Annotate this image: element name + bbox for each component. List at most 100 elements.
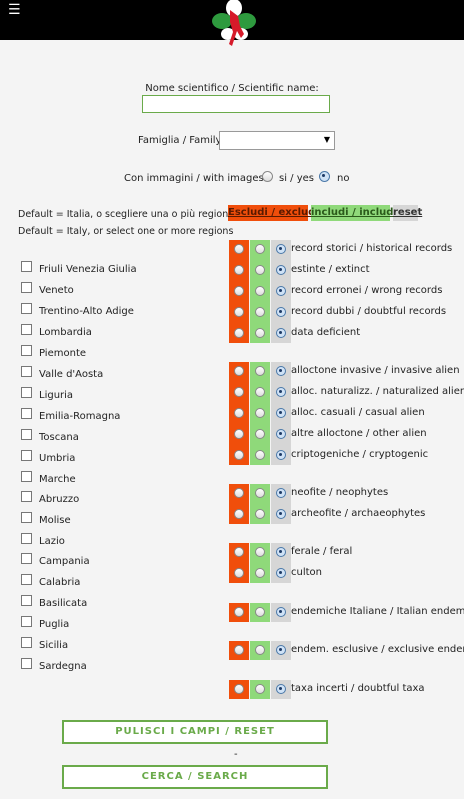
filter-label: ferale / feral — [291, 546, 353, 557]
include-all-header[interactable]: includi / include — [311, 205, 400, 221]
exclude-radio[interactable] — [234, 366, 244, 376]
region-checkbox[interactable] — [21, 282, 32, 293]
filter-label: data deficient — [291, 327, 361, 338]
region-checkbox[interactable] — [21, 533, 32, 544]
reset-radio[interactable] — [276, 568, 286, 578]
reset-radio[interactable] — [276, 488, 286, 498]
include-radio[interactable] — [255, 607, 265, 617]
include-radio[interactable] — [255, 488, 265, 498]
region-checkbox[interactable] — [21, 658, 32, 669]
region-checkbox[interactable] — [21, 429, 32, 440]
region-label: Veneto — [39, 285, 74, 296]
images-no-radio[interactable] — [319, 171, 330, 182]
logo-icon[interactable] — [208, 0, 260, 52]
filter-label: archeofite / archaeophytes — [291, 508, 426, 519]
reset-radio[interactable] — [276, 607, 286, 617]
region-checkbox[interactable] — [21, 512, 32, 523]
exclude-radio[interactable] — [234, 286, 244, 296]
reset-radio[interactable] — [276, 429, 286, 439]
filter-label: record erronei / wrong records — [291, 285, 443, 296]
exclude-radio[interactable] — [234, 307, 244, 317]
exclude-radio[interactable] — [234, 645, 244, 655]
region-checkbox[interactable] — [21, 450, 32, 461]
exclude-radio[interactable] — [234, 328, 244, 338]
include-radio[interactable] — [255, 328, 265, 338]
exclude-radio[interactable] — [234, 265, 244, 275]
filter-label: endemiche Italiane / Italian endemic — [291, 606, 464, 617]
include-radio[interactable] — [255, 387, 265, 397]
exclude-radio[interactable] — [234, 607, 244, 617]
exclude-radio[interactable] — [234, 408, 244, 418]
include-radio[interactable] — [255, 684, 265, 694]
reset-radio[interactable] — [276, 265, 286, 275]
search-button[interactable]: CERCA / SEARCH — [62, 765, 328, 789]
reset-button[interactable]: PULISCI I CAMPI / RESET — [62, 720, 328, 744]
reset-radio[interactable] — [276, 328, 286, 338]
include-radio[interactable] — [255, 645, 265, 655]
family-label: Famiglia / Family: — [138, 135, 225, 146]
include-radio[interactable] — [255, 509, 265, 519]
include-radio[interactable] — [255, 408, 265, 418]
exclude-radio[interactable] — [234, 488, 244, 498]
exclude-radio[interactable] — [234, 244, 244, 254]
region-checkbox[interactable] — [21, 366, 32, 377]
include-radio[interactable] — [255, 366, 265, 376]
regions-hint-en: Default = Italy, or select one or more r… — [18, 226, 234, 237]
reset-radio[interactable] — [276, 366, 286, 376]
images-yes-radio[interactable] — [262, 171, 273, 182]
region-checkbox[interactable] — [21, 491, 32, 502]
region-checkbox[interactable] — [21, 408, 32, 419]
region-checkbox[interactable] — [21, 471, 32, 482]
region-checkbox[interactable] — [21, 595, 32, 606]
region-label: Sardegna — [39, 661, 87, 672]
reset-radio[interactable] — [276, 450, 286, 460]
region-label: Abruzzo — [39, 494, 80, 505]
reset-radio[interactable] — [276, 286, 286, 296]
region-checkbox[interactable] — [21, 616, 32, 627]
region-label: Puglia — [39, 619, 70, 630]
region-label: Umbria — [39, 453, 76, 464]
include-radio[interactable] — [255, 265, 265, 275]
exclude-radio[interactable] — [234, 568, 244, 578]
reset-radio[interactable] — [276, 387, 286, 397]
region-label: Sicilia — [39, 640, 69, 651]
region-checkbox[interactable] — [21, 345, 32, 356]
exclude-radio[interactable] — [234, 547, 244, 557]
region-label: Valle d'Aosta — [39, 369, 104, 380]
region-label: Emilia-Romagna — [39, 411, 121, 422]
reset-radio[interactable] — [276, 684, 286, 694]
reset-radio[interactable] — [276, 509, 286, 519]
reset-radio[interactable] — [276, 645, 286, 655]
include-radio[interactable] — [255, 429, 265, 439]
reset-radio[interactable] — [276, 408, 286, 418]
exclude-radio[interactable] — [234, 429, 244, 439]
region-label: Basilicata — [39, 598, 88, 609]
exclude-all-header[interactable]: Escludi / exclude — [228, 205, 322, 221]
region-checkbox[interactable] — [21, 324, 32, 335]
family-select[interactable]: ▼ — [219, 131, 335, 150]
include-radio[interactable] — [255, 286, 265, 296]
include-radio[interactable] — [255, 450, 265, 460]
include-radio[interactable] — [255, 568, 265, 578]
include-radio[interactable] — [255, 547, 265, 557]
region-label: Piemonte — [39, 348, 87, 359]
exclude-radio[interactable] — [234, 684, 244, 694]
reset-radio[interactable] — [276, 307, 286, 317]
hamburger-icon[interactable]: ☰ — [8, 3, 21, 17]
region-checkbox[interactable] — [21, 553, 32, 564]
scientific-name-input[interactable] — [142, 95, 330, 113]
region-checkbox[interactable] — [21, 574, 32, 585]
region-checkbox[interactable] — [21, 387, 32, 398]
reset-all-header[interactable]: reset — [393, 205, 422, 221]
region-checkbox[interactable] — [21, 261, 32, 272]
region-checkbox[interactable] — [21, 303, 32, 314]
exclude-radio[interactable] — [234, 509, 244, 519]
reset-radio[interactable] — [276, 244, 286, 254]
exclude-radio[interactable] — [234, 450, 244, 460]
reset-radio[interactable] — [276, 547, 286, 557]
exclude-radio[interactable] — [234, 387, 244, 397]
include-radio[interactable] — [255, 244, 265, 254]
images-label: Con immagini / with images: — [124, 173, 268, 184]
include-radio[interactable] — [255, 307, 265, 317]
region-checkbox[interactable] — [21, 637, 32, 648]
